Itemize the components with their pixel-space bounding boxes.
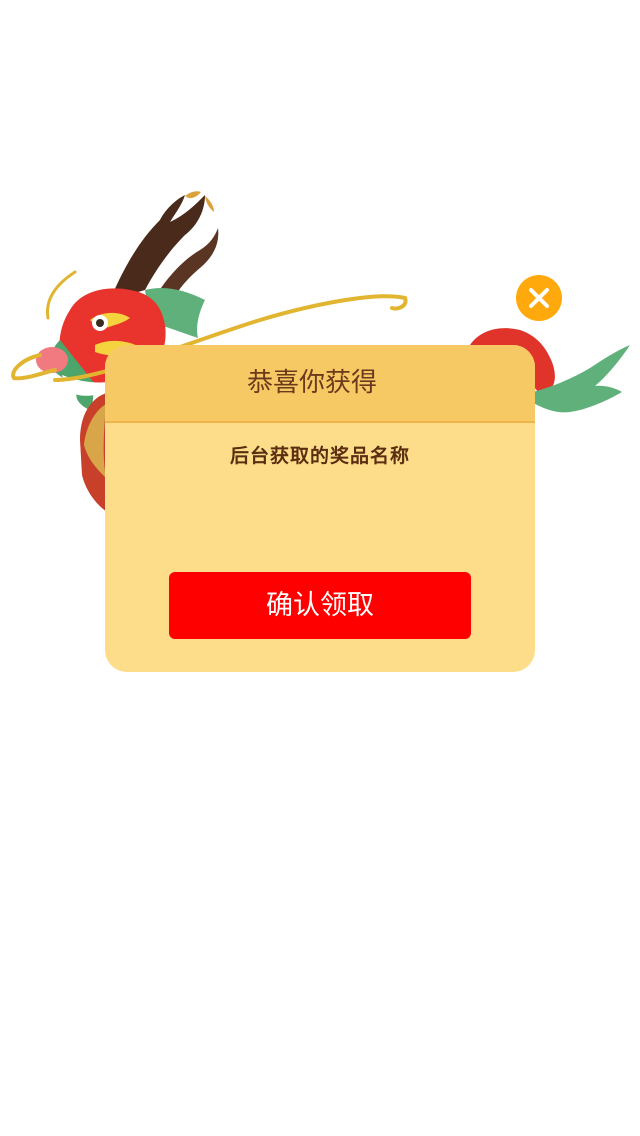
confirm-claim-button[interactable]: 确认领取 [169, 572, 471, 639]
dialog-header: 恭喜你获得 [105, 345, 535, 423]
reward-dialog: 恭喜你获得 后台获取的奖品名称 确认领取 [105, 345, 535, 672]
prize-name: 后台获取的奖品名称 [229, 445, 410, 467]
close-icon [529, 288, 549, 308]
close-button[interactable] [516, 275, 562, 321]
dialog-title: 恭喜你获得 [246, 368, 377, 398]
reward-popup-screen: 恭喜你获得 后台获取的奖品名称 确认领取 [0, 0, 640, 1136]
